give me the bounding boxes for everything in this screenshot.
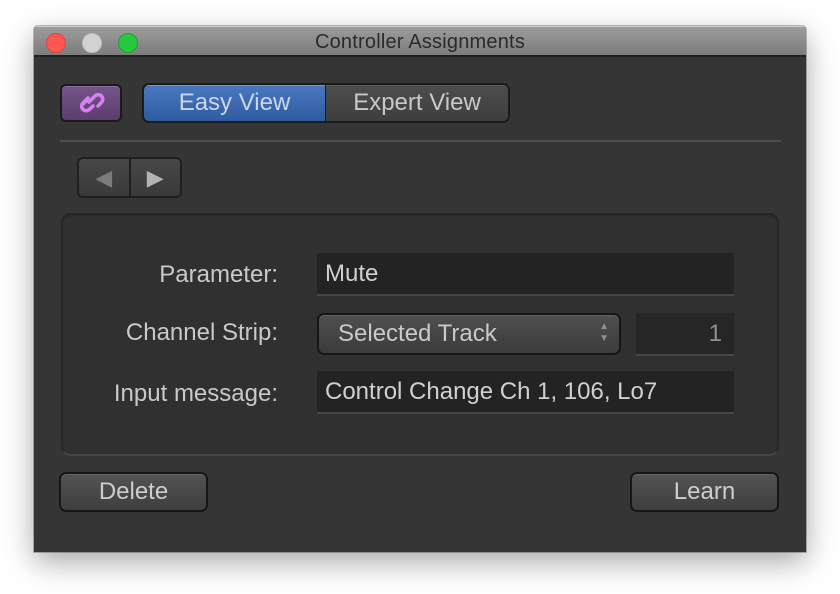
link-icon <box>74 88 108 119</box>
channel-number-field[interactable]: 1 <box>636 313 734 356</box>
channel-strip-value: Selected Track <box>338 320 497 347</box>
title-bar: Controller Assignments <box>34 26 806 57</box>
channel-strip-popup[interactable]: Selected Track ▲ ▼ <box>317 313 621 355</box>
view-mode-segmented-control: Easy View Expert View <box>142 83 510 123</box>
navigation-arrows: ◀ ▶ <box>77 157 182 198</box>
arrow-left-icon: ◀ <box>95 164 113 190</box>
input-message-label: Input message: <box>113 380 278 407</box>
link-button[interactable] <box>60 84 122 122</box>
learn-button[interactable]: Learn <box>630 472 779 512</box>
input-message-field[interactable]: Control Change Ch 1, 106, Lo7 <box>317 371 734 414</box>
tab-expert-view[interactable]: Expert View <box>326 85 508 121</box>
assignment-panel: Parameter: Mute Channel Strip: Selected … <box>61 213 779 456</box>
window-title: Controller Assignments <box>314 31 526 53</box>
delete-button[interactable]: Delete <box>59 472 208 512</box>
parameter-label: Parameter: <box>159 261 278 288</box>
toolbar-divider <box>60 140 781 142</box>
channel-strip-label: Channel Strip: <box>125 319 278 346</box>
previous-button[interactable]: ◀ <box>79 159 131 196</box>
up-down-arrows-icon: ▲ ▼ <box>599 321 609 344</box>
arrow-right-icon: ▶ <box>146 164 164 190</box>
tab-easy-view[interactable]: Easy View <box>144 85 326 121</box>
parameter-field[interactable]: Mute <box>317 253 734 296</box>
next-button[interactable]: ▶ <box>130 159 180 196</box>
controller-assignments-window: Controller Assignments Easy View Expert … <box>34 26 806 552</box>
